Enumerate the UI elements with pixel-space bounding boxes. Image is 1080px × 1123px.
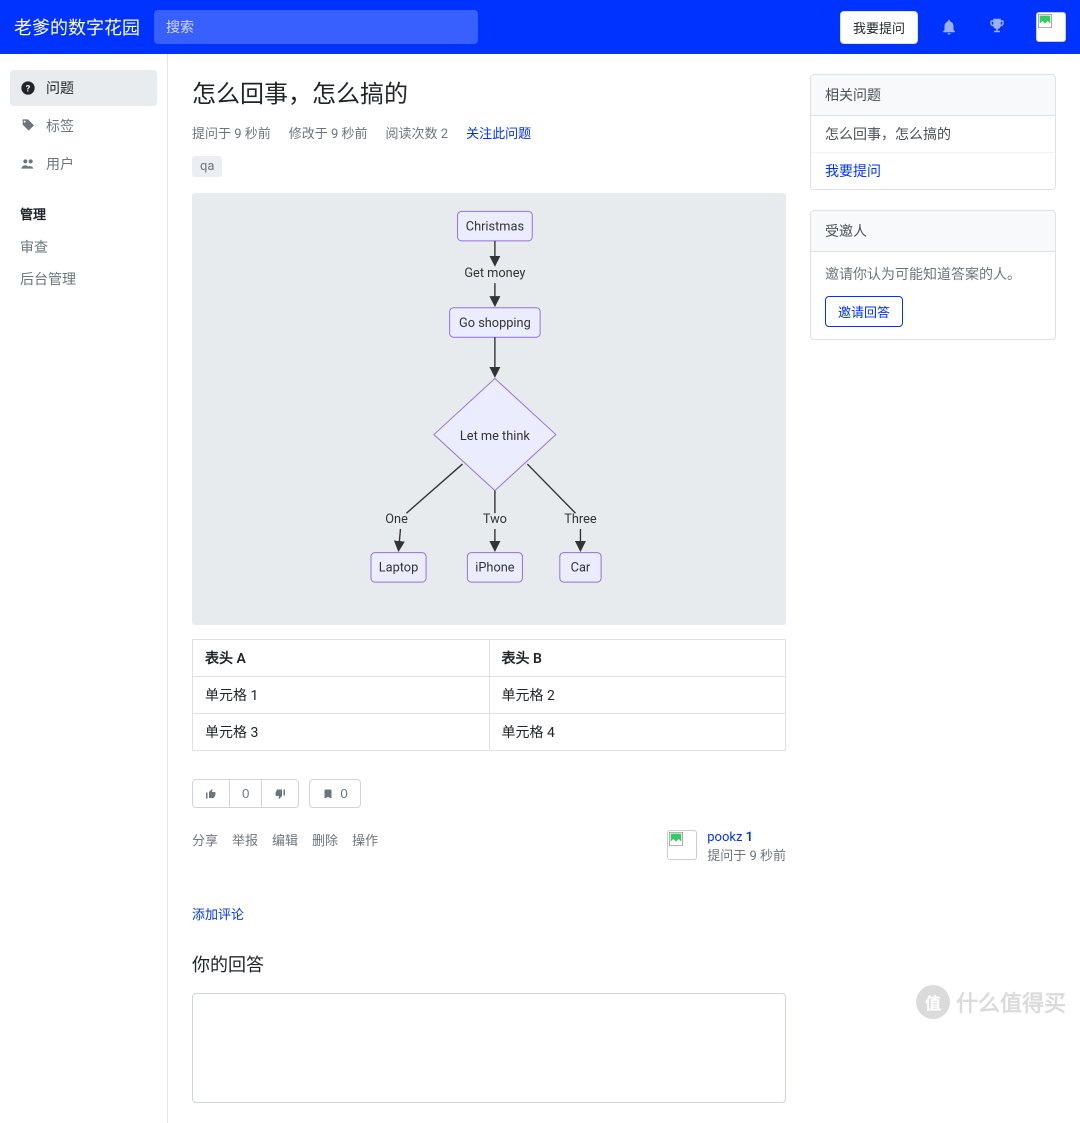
meta-views: 阅读次数 2 bbox=[386, 123, 449, 142]
edit-link[interactable]: 编辑 bbox=[272, 830, 298, 849]
svg-text:?: ? bbox=[26, 83, 31, 94]
sidebar-item-questions[interactable]: ? 问题 bbox=[10, 70, 157, 106]
question-title: 怎么回事，怎么搞的 bbox=[192, 74, 786, 109]
share-link[interactable]: 分享 bbox=[192, 830, 218, 849]
delete-link[interactable]: 删除 bbox=[312, 830, 338, 849]
answer-editor[interactable] bbox=[192, 993, 786, 1103]
author-avatar[interactable] bbox=[667, 830, 697, 860]
sidebar-item-admin[interactable]: 后台管理 bbox=[10, 263, 157, 295]
action-links: 分享 举报 编辑 删除 操作 bbox=[192, 830, 378, 849]
search-input[interactable] bbox=[154, 10, 478, 44]
answer-heading: 你的回答 bbox=[192, 951, 786, 977]
sidebar-item-label: 标签 bbox=[46, 116, 74, 136]
tag-icon bbox=[20, 118, 36, 134]
invite-button[interactable]: 邀请回答 bbox=[825, 296, 903, 327]
sidebar: ? 问题 标签 用户 管理 审查 后台管理 bbox=[0, 54, 168, 1123]
table-row: 单元格 3单元格 4 bbox=[193, 714, 786, 751]
thumbs-down-icon bbox=[274, 788, 286, 800]
svg-text:Two: Two bbox=[483, 512, 507, 527]
sidebar-item-users[interactable]: 用户 bbox=[10, 146, 157, 182]
flag-link[interactable]: 举报 bbox=[232, 830, 258, 849]
svg-text:Car: Car bbox=[571, 561, 591, 576]
brand[interactable]: 老爹的数字花园 bbox=[14, 14, 140, 40]
content-table: 表头 A 表头 B 单元格 1单元格 2 单元格 3单元格 4 bbox=[192, 639, 786, 751]
sidebar-item-review[interactable]: 审查 bbox=[10, 231, 157, 263]
thumbs-up-icon bbox=[205, 788, 217, 800]
svg-text:iPhone: iPhone bbox=[475, 561, 515, 576]
meta-modified: 修改于 9 秒前 bbox=[289, 123, 368, 142]
author-name-link[interactable]: pookz bbox=[707, 830, 742, 845]
tag-chip[interactable]: qa bbox=[192, 156, 222, 177]
svg-text:Go shopping: Go shopping bbox=[459, 316, 531, 331]
related-heading: 相关问题 bbox=[811, 75, 1055, 116]
vote-count: 0 bbox=[229, 780, 261, 807]
users-icon bbox=[20, 156, 36, 172]
follow-question-link[interactable]: 关注此问题 bbox=[466, 123, 531, 142]
table-header: 表头 A bbox=[193, 640, 490, 677]
svg-text:Let me think: Let me think bbox=[460, 429, 530, 444]
question-icon: ? bbox=[20, 80, 36, 96]
related-card: 相关问题 怎么回事，怎么搞的 我要提问 bbox=[810, 74, 1056, 190]
related-ask-link[interactable]: 我要提问 bbox=[811, 153, 1055, 189]
sidebar-item-tags[interactable]: 标签 bbox=[10, 108, 157, 144]
bookmark-button[interactable]: 0 bbox=[309, 779, 360, 808]
svg-text:Laptop: Laptop bbox=[379, 561, 419, 576]
invitees-desc: 邀请你认为可能知道答案的人。 bbox=[825, 264, 1041, 284]
ops-link[interactable]: 操作 bbox=[352, 830, 378, 849]
bell-icon[interactable] bbox=[938, 16, 960, 38]
sidebar-item-label: 问题 bbox=[46, 78, 74, 98]
question-meta: 提问于 9 秒前 修改于 9 秒前 阅读次数 2 关注此问题 bbox=[192, 123, 786, 142]
avatar[interactable] bbox=[1036, 12, 1066, 42]
author-card: pookz 1 提问于 9 秒前 bbox=[667, 830, 786, 864]
author-rep: 1 bbox=[746, 830, 753, 845]
table-row: 单元格 1单元格 2 bbox=[193, 677, 786, 714]
invitees-heading: 受邀人 bbox=[811, 211, 1055, 252]
svg-text:Christmas: Christmas bbox=[466, 219, 524, 234]
ask-question-button[interactable]: 我要提问 bbox=[840, 11, 918, 44]
bookmark-count: 0 bbox=[340, 786, 347, 801]
add-comment-link[interactable]: 添加评论 bbox=[192, 904, 786, 923]
flowchart-diagram: Christmas Get money Go shopping Let me t… bbox=[192, 193, 786, 625]
vote-group: 0 bbox=[192, 779, 299, 808]
related-item[interactable]: 怎么回事，怎么搞的 bbox=[811, 116, 1055, 153]
svg-text:One: One bbox=[385, 512, 408, 527]
upvote-button[interactable] bbox=[193, 780, 229, 807]
sidebar-item-label: 用户 bbox=[46, 154, 74, 174]
author-time: 提问于 9 秒前 bbox=[707, 849, 786, 864]
downvote-button[interactable] bbox=[261, 780, 298, 807]
svg-text:Get money: Get money bbox=[464, 266, 525, 281]
header: 老爹的数字花园 我要提问 bbox=[0, 0, 1080, 54]
invitees-card: 受邀人 邀请你认为可能知道答案的人。 邀请回答 bbox=[810, 210, 1056, 340]
trophy-icon[interactable] bbox=[986, 16, 1008, 38]
table-header: 表头 B bbox=[489, 640, 786, 677]
bookmark-icon bbox=[322, 787, 334, 801]
sidebar-admin-heading: 管理 bbox=[20, 204, 147, 223]
svg-text:Three: Three bbox=[564, 512, 597, 527]
meta-asked: 提问于 9 秒前 bbox=[192, 123, 271, 142]
